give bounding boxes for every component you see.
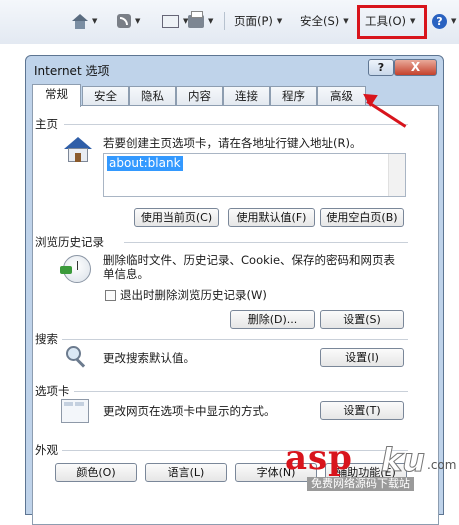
delete-on-exit-checkbox[interactable] (105, 290, 116, 301)
safety-menu-label: 安全(S) (300, 14, 340, 28)
address-scrollbar[interactable] (388, 154, 405, 196)
history-settings-button[interactable]: 设置(S) (320, 310, 404, 329)
tabs-icon (61, 399, 89, 423)
browsing-history-description: 删除临时文件、历史记录、Cookie、保存的密码和网页表单信息。 (103, 253, 396, 281)
page-menu[interactable]: 页面(P) ▼ (234, 11, 282, 31)
tools-highlight-box (357, 5, 427, 39)
tab-advanced[interactable]: 高级 (317, 86, 366, 106)
feeds-button[interactable]: ▼ (117, 11, 140, 31)
watermark-com: .com (427, 458, 457, 472)
chevron-down-icon: ▼ (135, 17, 141, 25)
tabs-heading: 选项卡 (35, 384, 70, 398)
tab-content[interactable]: 内容 (176, 86, 223, 106)
languages-button[interactable]: 语言(L) (145, 463, 227, 482)
print-button[interactable]: ▼ (188, 10, 214, 31)
watermark-subtitle: 免费网络源码下载站 (307, 477, 414, 491)
search-settings-button[interactable]: 设置(I) (320, 348, 404, 367)
home-page-description: 若要创建主页选项卡，请在各地址行键入地址(R)。 (103, 136, 362, 150)
command-bar: ▼ ▼ ▼ ▼ 页面(P) ▼ 安全(S) ▼ 工具(O) ▼ ? ▼ (0, 0, 459, 44)
tab-security[interactable]: 安全 (82, 86, 129, 106)
use-current-button[interactable]: 使用当前页(C) (134, 208, 219, 227)
tabs-settings-button[interactable]: 设置(T) (320, 401, 404, 420)
safety-menu[interactable]: 安全(S) ▼ (300, 11, 349, 31)
home-page-heading: 主页 (35, 117, 58, 131)
watermark-ku: ku (380, 441, 426, 480)
help-icon: ? (432, 13, 447, 29)
search-heading: 搜索 (35, 332, 58, 346)
home-page-address-value: about:blank (107, 156, 183, 171)
rss-icon (117, 14, 131, 28)
chevron-down-icon: ▼ (208, 17, 214, 25)
group-divider (74, 391, 408, 392)
home-button[interactable]: ▼ (72, 11, 97, 31)
page-menu-label: 页面(P) (234, 14, 273, 28)
chevron-down-icon: ▼ (276, 17, 283, 25)
help-menu[interactable]: ? ▼ (432, 11, 456, 31)
colors-button[interactable]: 颜色(O) (55, 463, 137, 482)
history-icon (60, 255, 91, 283)
chevron-down-icon: ▼ (451, 17, 457, 25)
search-description: 更改搜索默认值。 (103, 351, 195, 365)
group-divider (62, 339, 408, 340)
mail-icon (162, 14, 179, 28)
mail-button[interactable]: ▼ (162, 11, 188, 31)
group-divider (64, 124, 408, 125)
watermark-asp: asp (285, 438, 353, 478)
browsing-history-heading: 浏览历史记录 (35, 235, 104, 249)
tab-programs[interactable]: 程序 (270, 86, 317, 106)
delete-history-button[interactable]: 删除(D)... (230, 310, 315, 329)
home-page-address-field[interactable]: about:blank (103, 153, 406, 197)
tab-privacy[interactable]: 隐私 (129, 86, 176, 106)
search-icon (66, 346, 86, 368)
dialog-title: Internet 选项 (34, 64, 110, 78)
tab-connections[interactable]: 连接 (223, 86, 270, 106)
print-icon (188, 10, 204, 28)
tab-general[interactable]: 常规 (32, 84, 81, 107)
group-divider (124, 242, 408, 243)
appearance-heading: 外观 (35, 443, 58, 457)
chevron-down-icon: ▼ (343, 17, 349, 25)
toolbar-separator (224, 12, 225, 30)
home-page-icon (64, 137, 92, 163)
tabs-description: 更改网页在选项卡中显示的方式。 (103, 404, 276, 418)
dialog-close-button[interactable]: X (394, 59, 437, 76)
delete-on-exit-label: 退出时删除浏览历史记录(W) (120, 288, 267, 302)
dialog-help-button[interactable]: ? (368, 59, 394, 76)
home-icon (72, 13, 88, 29)
chevron-down-icon: ▼ (92, 17, 98, 25)
watermark-logo: asp ku .com 免费网络源码下载站 (285, 438, 459, 491)
use-default-button[interactable]: 使用默认值(F) (228, 208, 315, 227)
use-blank-button[interactable]: 使用空白页(B) (320, 208, 404, 227)
